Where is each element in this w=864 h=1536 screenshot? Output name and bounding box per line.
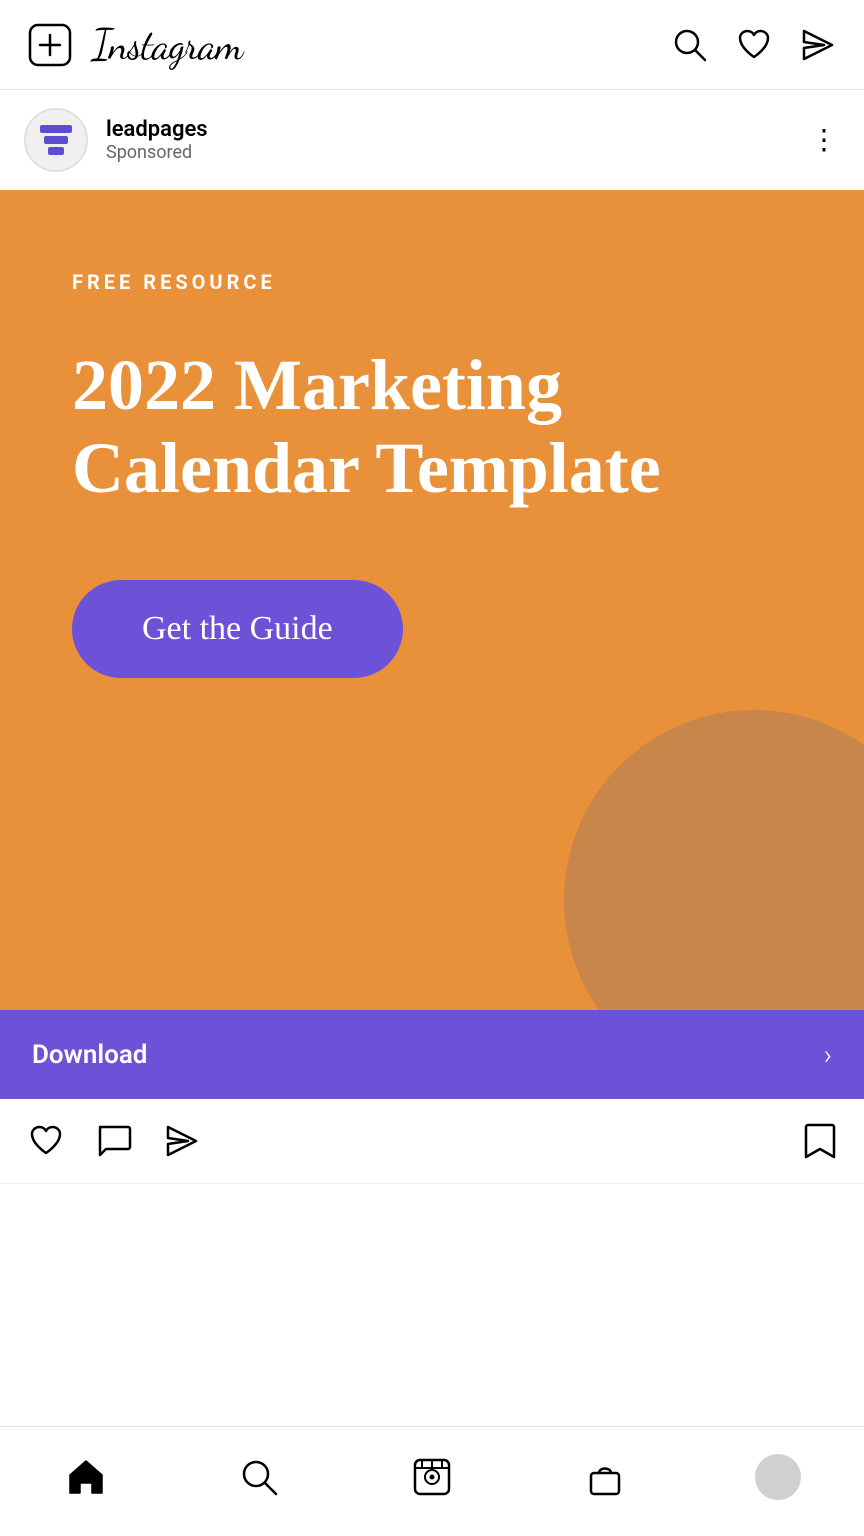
- post-user-info: leadpages Sponsored: [106, 117, 208, 163]
- sponsored-label: Sponsored: [106, 142, 208, 163]
- bookmark-icon[interactable]: [804, 1123, 836, 1159]
- layer-1: [40, 125, 72, 133]
- ad-tag: FREE RESOURCE: [72, 270, 792, 294]
- home-icon: [66, 1457, 106, 1497]
- layer-2: [44, 136, 68, 144]
- app-logo: Instagram: [92, 24, 242, 66]
- post-user[interactable]: leadpages Sponsored: [24, 108, 208, 172]
- shop-icon: [585, 1457, 625, 1497]
- post-header: leadpages Sponsored ⋮: [0, 90, 864, 190]
- nav-left: Instagram: [28, 23, 242, 67]
- nav-reels[interactable]: [407, 1452, 457, 1502]
- top-nav: Instagram: [0, 0, 864, 90]
- post-actions: [0, 1099, 864, 1184]
- bottom-spacer: [0, 1184, 864, 1294]
- nav-shop[interactable]: [580, 1452, 630, 1502]
- nav-search[interactable]: [234, 1452, 284, 1502]
- search-icon[interactable]: [672, 27, 708, 63]
- nav-right: [672, 27, 836, 63]
- download-chevron-icon: ›: [824, 1038, 832, 1071]
- download-bar[interactable]: Download ›: [0, 1010, 864, 1099]
- new-post-icon[interactable]: [28, 23, 72, 67]
- avatar-layers: [40, 125, 72, 155]
- nav-profile[interactable]: [753, 1452, 803, 1502]
- actions-left: [28, 1123, 200, 1159]
- more-options-button[interactable]: ⋮: [810, 126, 840, 154]
- ad-image: FREE RESOURCE 2022 Marketing Calendar Te…: [0, 190, 864, 1010]
- activity-icon[interactable]: [736, 27, 772, 63]
- avatar: [24, 108, 88, 172]
- download-label: Download: [32, 1040, 147, 1070]
- like-icon[interactable]: [28, 1123, 64, 1159]
- layer-3: [48, 147, 64, 155]
- ad-title: 2022 Marketing Calendar Template: [72, 344, 792, 510]
- search-nav-icon: [239, 1457, 279, 1497]
- comment-icon[interactable]: [96, 1123, 132, 1159]
- decorative-circle: [564, 710, 864, 1010]
- bottom-nav: [0, 1426, 864, 1536]
- send-icon[interactable]: [800, 27, 836, 63]
- username: leadpages: [106, 117, 208, 142]
- share-icon[interactable]: [164, 1123, 200, 1159]
- ad-content: FREE RESOURCE 2022 Marketing Calendar Te…: [0, 190, 864, 738]
- get-guide-button[interactable]: Get the Guide: [72, 580, 403, 678]
- reels-icon: [412, 1457, 452, 1497]
- nav-home[interactable]: [61, 1452, 111, 1502]
- profile-avatar: [755, 1454, 801, 1500]
